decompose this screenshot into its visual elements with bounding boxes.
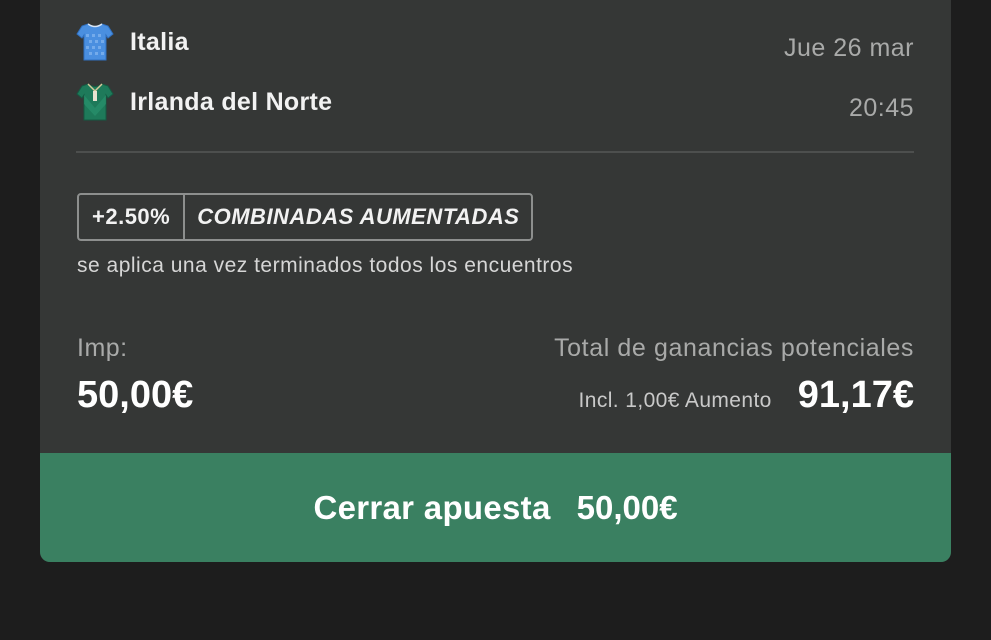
potential-returns-label: Total de ganancias potenciales xyxy=(554,334,914,362)
cashout-amount: 50,00€ xyxy=(576,488,678,526)
home-team-row: Italia Jue 26 mar xyxy=(76,20,914,64)
cashout-button[interactable]: Cerrar apuesta 50,00€ xyxy=(40,453,951,562)
match-date: Jue 26 mar xyxy=(783,33,914,62)
bet-card: Italia Jue 26 mar Irlanda del Norte 20:4… xyxy=(40,0,951,562)
cashout-label: Cerrar apuesta xyxy=(313,488,551,526)
stake-label: Imp: xyxy=(77,334,128,362)
away-team-row: Irlanda del Norte 20:45 xyxy=(76,80,914,124)
boost-note: se aplica una vez terminados todos los e… xyxy=(77,254,574,277)
boost-label: COMBINADAS AUMENTADAS xyxy=(197,204,520,229)
away-team-name: Irlanda del Norte xyxy=(130,87,333,116)
northern-ireland-jersey-icon xyxy=(76,83,114,121)
home-team-name: Italia xyxy=(130,27,189,56)
match-time: 20:45 xyxy=(848,93,914,122)
italy-jersey-icon xyxy=(76,23,114,61)
divider xyxy=(76,151,914,153)
stake-value: 50,00€ xyxy=(77,374,194,416)
potential-returns-row: Incl. 1,00€ Aumento 91,17€ xyxy=(579,374,914,417)
potential-returns-value: 91,17€ xyxy=(797,374,914,416)
boost-included-text: Incl. 1,00€ Aumento xyxy=(578,389,772,412)
boost-badge: +2.50% COMBINADAS AUMENTADAS xyxy=(77,193,534,241)
boost-percent: +2.50% xyxy=(79,195,186,239)
